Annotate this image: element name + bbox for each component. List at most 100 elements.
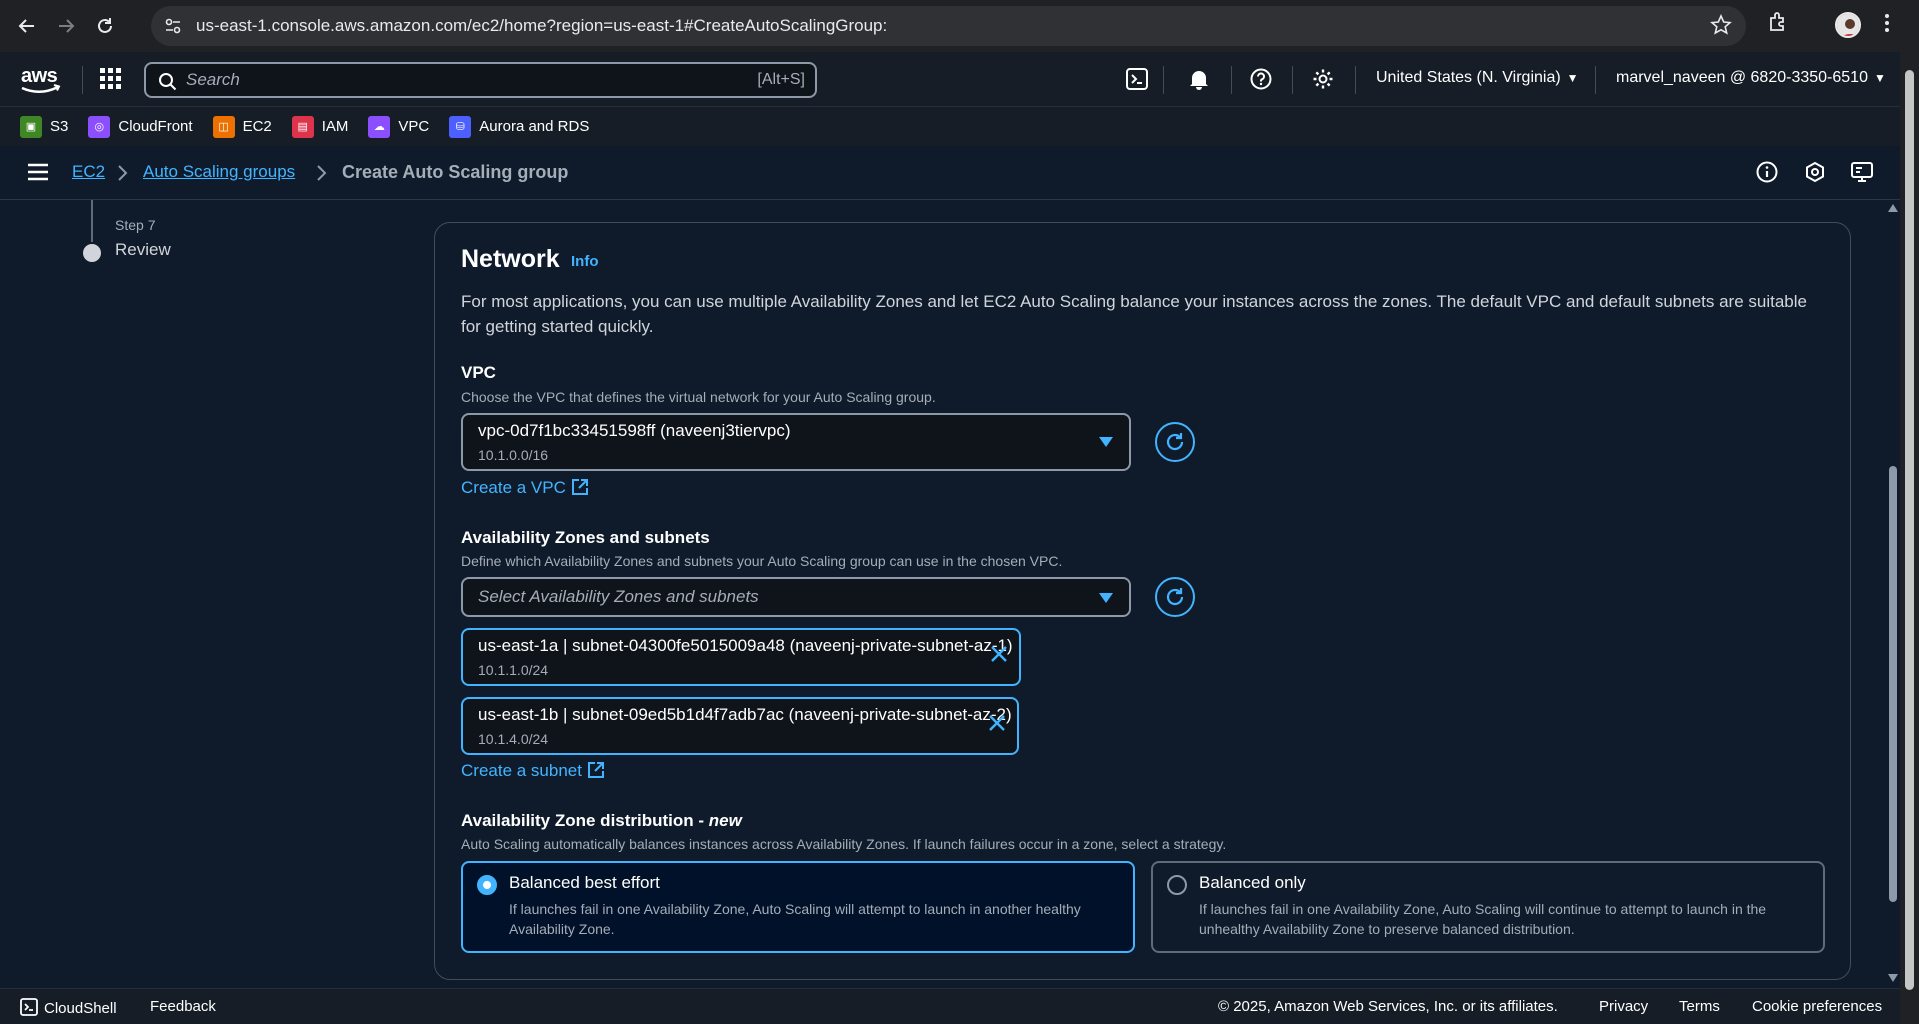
fav-label: IAM — [321, 118, 349, 135]
fav-s3[interactable]: ▣ S3 — [20, 115, 69, 138]
terms-link[interactable]: Terms — [1679, 998, 1720, 1015]
cloudshell-footer-button[interactable]: CloudShell — [20, 998, 117, 1017]
az-description: Define which Availability Zones and subn… — [461, 553, 1063, 569]
vpc-select[interactable]: vpc-0d7f1bc33451598ff (naveenj3tiervpc) … — [461, 413, 1131, 471]
ec2-icon: ◫ — [212, 115, 235, 138]
external-link-icon — [587, 762, 604, 778]
caret-down-icon — [1099, 437, 1113, 447]
cloudfront-icon: ◎ — [88, 115, 111, 138]
radio-selected[interactable] — [477, 875, 497, 895]
create-subnet-link[interactable]: Create a subnet — [461, 761, 605, 781]
option-description: If launches fail in one Availability Zon… — [1199, 901, 1767, 937]
site-settings-icon[interactable] — [163, 16, 183, 36]
breadcrumb-auto-scaling-groups[interactable]: Auto Scaling groups — [143, 162, 295, 182]
fav-aurora-rds[interactable]: ⛁ Aurora and RDS — [449, 115, 590, 138]
fav-label: S3 — [50, 118, 69, 135]
avatar-image-icon — [1837, 14, 1859, 36]
scroll-up-icon[interactable] — [1888, 204, 1898, 212]
services-grid-icon[interactable] — [100, 68, 122, 90]
chevron-right-icon — [317, 165, 327, 181]
vpc-icon: ☁ — [368, 115, 391, 138]
create-vpc-link[interactable]: Create a VPC — [461, 478, 589, 498]
forward-button[interactable] — [51, 11, 81, 41]
scroll-down-icon[interactable] — [1888, 974, 1898, 982]
option-balanced-best-effort[interactable]: Balanced best effort If launches fail in… — [461, 861, 1135, 953]
option-description: If launches fail in one Availability Zon… — [509, 901, 1081, 937]
chevron-right-icon — [118, 165, 128, 181]
profile-avatar[interactable] — [1835, 12, 1861, 38]
vpc-refresh-button[interactable] — [1155, 422, 1195, 462]
az-refresh-button[interactable] — [1155, 577, 1195, 617]
help-icon[interactable] — [1250, 68, 1272, 90]
reload-icon — [98, 18, 112, 33]
security-shield-icon[interactable] — [1804, 161, 1826, 183]
region-label: United States (N. Virginia) — [1376, 69, 1561, 86]
fav-label: Aurora and RDS — [479, 118, 590, 135]
content-scrollbar[interactable] — [1886, 200, 1900, 988]
vpc-description: Choose the VPC that defines the virtual … — [461, 389, 936, 405]
info-link[interactable]: Info — [571, 253, 599, 270]
cloudshell-label: CloudShell — [44, 1000, 117, 1017]
divider — [1595, 66, 1596, 94]
divider — [1292, 66, 1293, 94]
cookie-preferences-link[interactable]: Cookie preferences — [1752, 998, 1882, 1015]
divider — [1231, 66, 1232, 94]
network-title: Network — [461, 245, 560, 273]
divider — [1355, 66, 1356, 94]
extensions-icon[interactable] — [1767, 10, 1791, 34]
subnet-token-cidr: 10.1.4.0/24 — [478, 731, 549, 747]
back-button[interactable] — [12, 11, 42, 41]
caret-down-icon — [1099, 593, 1113, 603]
distribution-label-text: Availability Zone distribution - — [461, 811, 709, 830]
account-label: marvel_naveen @ 6820-3350-6510 — [1616, 69, 1868, 86]
scroll-thumb[interactable] — [1889, 466, 1897, 902]
window-scroll-thumb[interactable] — [1905, 70, 1914, 990]
fav-vpc[interactable]: ☁ VPC — [368, 115, 430, 138]
divider — [1163, 66, 1164, 94]
breadcrumb-ec2[interactable]: EC2 — [72, 162, 105, 182]
fav-iam[interactable]: ▤ IAM — [291, 115, 349, 138]
close-icon[interactable] — [987, 713, 1007, 733]
window-scrollbar[interactable] — [1900, 52, 1919, 1024]
feedback-link[interactable]: Feedback — [150, 998, 216, 1015]
distribution-label: Availability Zone distribution - new — [461, 811, 742, 831]
bell-icon[interactable] — [1188, 68, 1210, 90]
new-badge: new — [708, 811, 742, 830]
browser-menu-icon[interactable] — [1884, 12, 1890, 34]
cloudshell-icon[interactable] — [1126, 68, 1148, 90]
step-indicator — [83, 244, 101, 262]
favorites-bar: ▣ S3 ◎ CloudFront ◫ EC2 ▤ IAM ☁ VPC ⛁ Aurora a… — [0, 106, 1900, 146]
hamburger-menu-icon[interactable] — [28, 163, 48, 181]
fav-ec2[interactable]: ◫ EC2 — [212, 115, 272, 138]
display-settings-icon[interactable] — [1851, 161, 1873, 183]
search-input[interactable]: Search [Alt+S] — [144, 62, 817, 98]
option-title: Balanced best effort — [509, 873, 660, 892]
refresh-icon — [1166, 588, 1184, 606]
distribution-description: Auto Scaling automatically balances inst… — [461, 836, 1227, 852]
create-subnet-label: Create a subnet — [461, 761, 582, 780]
option-balanced-only[interactable]: Balanced only If launches fail in one Av… — [1151, 861, 1825, 953]
bookmark-star-icon[interactable] — [1710, 14, 1732, 36]
copyright: © 2025, Amazon Web Services, Inc. or its… — [1218, 998, 1558, 1015]
arrow-right-icon — [59, 19, 75, 33]
step-review[interactable]: Review — [115, 240, 171, 260]
subnet-token-az1: us-east-1a | subnet-04300fe5015009a48 (n… — [461, 628, 1021, 686]
subnet-token-label: us-east-1a | subnet-04300fe5015009a48 (n… — [478, 636, 1013, 655]
aws-logo[interactable]: aws — [20, 62, 62, 102]
fav-cloudfront[interactable]: ◎ CloudFront — [88, 115, 193, 138]
gear-icon[interactable] — [1312, 68, 1334, 90]
vpc-label: VPC — [461, 363, 496, 382]
radio-unselected[interactable] — [1167, 875, 1187, 895]
caret-down-icon: ▼ — [1873, 71, 1886, 85]
az-select[interactable]: Select Availability Zones and subnets — [461, 577, 1131, 617]
account-menu[interactable]: marvel_naveen @ 6820-3350-6510 ▼ — [1616, 69, 1886, 87]
reload-button[interactable] — [90, 11, 120, 41]
address-bar[interactable]: us-east-1.console.aws.amazon.com/ec2/hom… — [151, 6, 1746, 46]
info-panel-icon[interactable] — [1756, 161, 1778, 183]
fav-label: VPC — [398, 118, 430, 135]
divider — [82, 66, 83, 94]
close-icon[interactable] — [989, 644, 1009, 664]
region-selector[interactable]: United States (N. Virginia) ▼ — [1376, 69, 1579, 87]
privacy-link[interactable]: Privacy — [1599, 998, 1648, 1015]
breadcrumb-current: Create Auto Scaling group — [342, 162, 569, 182]
